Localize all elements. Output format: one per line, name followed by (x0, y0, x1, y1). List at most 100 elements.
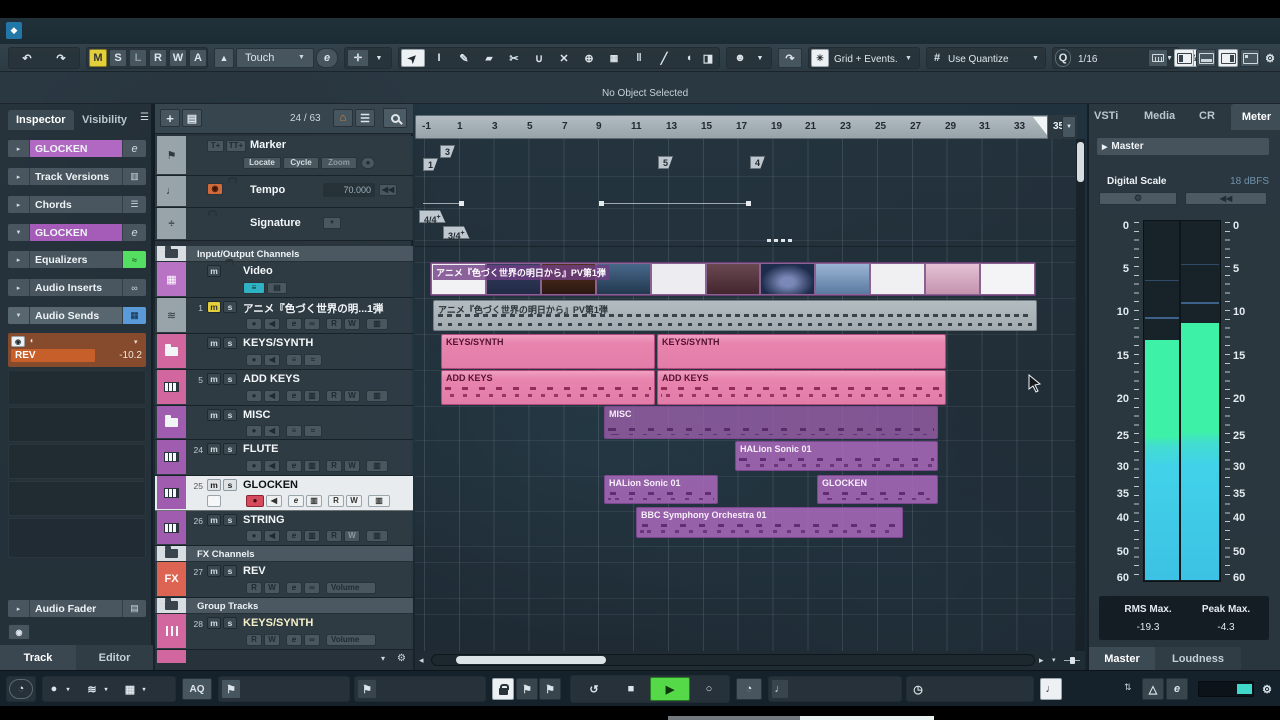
automation-mute-button[interactable]: M (89, 49, 107, 67)
timewarp-tool[interactable]: ‖ (627, 49, 651, 67)
scroll-left-arrow[interactable]: ◂ (419, 655, 424, 666)
edit-channel-button[interactable]: e (286, 390, 302, 402)
right-zone-toggle[interactable] (1218, 49, 1238, 67)
mute-button[interactable]: m (207, 409, 221, 421)
edit-instrument-button[interactable]: ▥ (304, 530, 320, 542)
read-automation-button[interactable]: R (326, 460, 342, 472)
expand-arrow-icon[interactable]: ▸ (8, 196, 30, 213)
setup-window-layout-button[interactable] (1240, 49, 1260, 67)
autoscroll-button[interactable]: ↷ (778, 48, 802, 68)
mute-button[interactable]: m (207, 265, 221, 277)
marker-flag-4[interactable]: 4 (750, 156, 765, 169)
tab-meter-master[interactable]: Master (1089, 647, 1155, 670)
tempo-curve-segment[interactable] (423, 203, 461, 204)
divider-io-channels[interactable]: Input/Output Channels (155, 246, 413, 262)
onscreen-keyboard-button[interactable] (1148, 49, 1168, 67)
add-cycle-marker-button[interactable]: TT+ (226, 140, 246, 152)
expand-arrow-icon[interactable]: ▸ (8, 140, 30, 157)
tab-visibility[interactable]: Visibility (82, 114, 127, 126)
meter-reset-button[interactable]: ◀◀ (1185, 192, 1267, 205)
tab-editor[interactable]: Editor (76, 645, 153, 670)
time-format-clock-icon[interactable]: ◷ (909, 679, 927, 699)
event-add-keys-2[interactable]: ADD KEYS (657, 370, 946, 405)
event-halion-2[interactable]: HALion Sonic 01 (604, 475, 718, 504)
track-row-audio1[interactable]: ≋ 1 m s アニメ『色づく世界の明...1弾 ● ◀ e ∞ R W ▥ (155, 298, 413, 334)
automation-write-button[interactable]: W (169, 49, 187, 67)
expand-arrow-icon[interactable]: ▸ (8, 279, 30, 296)
tempo-curve-point[interactable] (746, 201, 751, 206)
record-enable-button[interactable]: ● (246, 318, 262, 330)
read-automation-button[interactable]: R (326, 530, 342, 542)
audio-record-caret[interactable]: ▾ (100, 680, 112, 698)
video-progress-track[interactable] (668, 716, 800, 720)
play-button[interactable]: ▶ (650, 677, 690, 701)
mute-button[interactable]: m (207, 565, 221, 577)
edit-channel-button[interactable]: e (286, 634, 302, 646)
tab-cr[interactable]: CR (1199, 110, 1215, 122)
snap-type-caret-icon[interactable]: ▼ (905, 55, 912, 62)
stop-button[interactable]: ■ (613, 679, 649, 699)
inspector-section-versions[interactable]: ▸ Track Versions ▥ (8, 168, 146, 185)
phase-button[interactable]: ≈ (304, 425, 322, 437)
event-audio[interactable]: アニメ『色づく世界の明日から』PV第1弾 (433, 300, 1037, 331)
solo-button[interactable]: s (223, 409, 237, 421)
tab-vsti[interactable]: VSTi (1094, 110, 1118, 122)
track-row-rev[interactable]: FX 27 m s REV R W e ∞ Volume (155, 562, 413, 598)
monitor-button[interactable]: ◀ (264, 425, 280, 437)
automation-parameter-select[interactable]: Volume (326, 582, 376, 594)
home-zoom-button[interactable]: ⌂ (333, 109, 353, 127)
monitor-button[interactable]: ◀ (264, 530, 280, 542)
goto-left-locator-button[interactable]: ⚑ (221, 679, 241, 699)
midi-record-caret[interactable]: ▾ (138, 680, 150, 698)
inspector-section-equalizers[interactable]: ▸ Equalizers ≈ (8, 251, 146, 268)
empty-slot-button[interactable] (207, 495, 221, 507)
quantize-label[interactable]: Use Quantize (948, 54, 1009, 65)
send-slot-5[interactable] (8, 481, 146, 516)
write-automation-button[interactable]: W (264, 582, 280, 594)
select-tool[interactable]: ➤ (401, 49, 425, 67)
video-frame-button[interactable]: ▤ (267, 282, 287, 294)
track-row-string[interactable]: 26 m s STRING ● ◀ e ▥ R W ▥ (155, 511, 413, 546)
track-row-misc-folder[interactable]: m s MISC ● ◀ ≡ ≈ (155, 406, 413, 440)
glue-tool[interactable]: ∪ (527, 49, 551, 67)
thumbnails-button[interactable]: ≡ (243, 282, 265, 294)
tab-inspector[interactable]: Inspector (8, 110, 74, 130)
solo-button[interactable]: s (223, 565, 237, 577)
read-automation-button[interactable]: R (328, 495, 344, 507)
click-pattern-icon[interactable]: ◔ (9, 679, 33, 699)
toolbar-gear-icon[interactable]: ⚙ (1262, 49, 1278, 67)
mute-button[interactable]: m (207, 514, 221, 526)
track-row-video[interactable]: ▦ m Video ≡ ▤ (155, 262, 413, 298)
inspector-section-inserts[interactable]: ▸ Audio Inserts ∞ (8, 279, 146, 296)
tab-media[interactable]: Media (1144, 110, 1175, 122)
record-enable-button[interactable]: ● (246, 460, 262, 472)
cycle-button[interactable]: ↺ (576, 679, 612, 699)
send-slot-6[interactable] (8, 518, 146, 558)
collapse-arrow-icon[interactable]: ▼ (8, 307, 30, 324)
write-automation-button[interactable]: W (346, 495, 362, 507)
zoom-slider-handle[interactable] (1070, 657, 1075, 664)
tempo-curve-point[interactable] (459, 201, 464, 206)
event-add-keys-1[interactable]: ADD KEYS (441, 370, 655, 405)
track-row-addkeys[interactable]: 5 m s ADD KEYS ● ◀ e ▥ R W ▥ (155, 370, 413, 406)
record-enable-button[interactable]: ● (246, 390, 262, 402)
erase-tool[interactable]: ▰ (477, 49, 501, 67)
tempo-spinner-icon[interactable]: ⇅ (1124, 682, 1132, 693)
mute-button[interactable]: m (207, 443, 221, 455)
event-video[interactable]: アニメ『色づく世界の明日から』PV第1弾 (430, 262, 1036, 296)
track-row-marker[interactable]: ⚑ T+ TT+ Marker Locate Cycle Zoom ● (155, 136, 413, 176)
tempo-activate-button[interactable]: ◉ (207, 183, 223, 195)
solo-button[interactable]: s (223, 479, 237, 491)
draw-tool[interactable]: ✎ (452, 49, 476, 67)
zoom-preset-caret[interactable]: ▾ (1052, 656, 1056, 664)
quantize-value[interactable]: 1/16 (1078, 54, 1097, 65)
track-settings-gear-icon[interactable]: ⚙ (397, 653, 406, 664)
horizontal-scrollbar-track[interactable] (431, 654, 1035, 666)
monitor-button[interactable]: ◀ (266, 495, 282, 507)
edit-channel-icon[interactable]: e (122, 140, 146, 157)
tempo-curve-point[interactable] (599, 201, 604, 206)
write-automation-button[interactable]: W (344, 530, 360, 542)
edit-channel-button[interactable]: e (286, 582, 302, 594)
inspector-menu-icon[interactable]: ☰ (140, 112, 149, 123)
record-enable-button[interactable]: ● (246, 530, 262, 542)
